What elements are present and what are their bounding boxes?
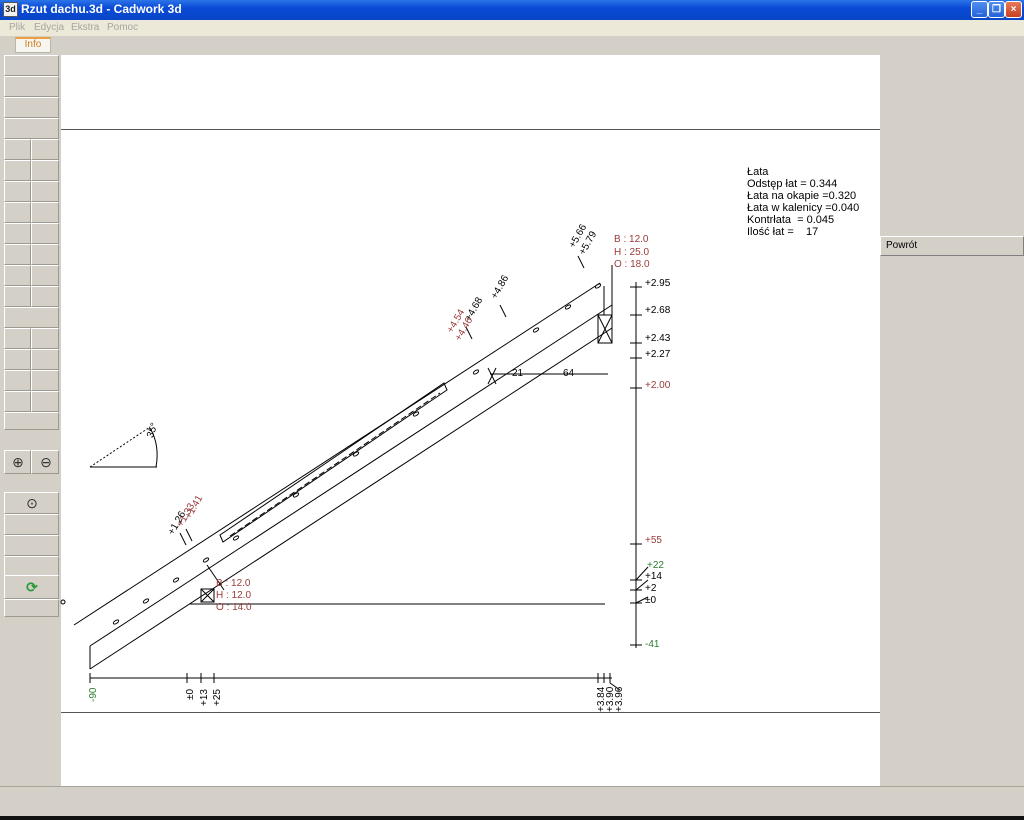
purlin-element <box>219 382 448 543</box>
scale-label: +2.27 <box>645 349 671 360</box>
ridge-h-label: H : 25.0 <box>614 247 650 258</box>
scale-label: -41 <box>645 639 660 650</box>
eave-h-label: H : 12.0 <box>216 590 252 601</box>
eave-o-label: O : 14.0 <box>216 602 252 613</box>
info-line: Kontrłata = 0.045 <box>747 214 835 226</box>
bottom-scale-label: +13 <box>199 689 210 706</box>
info-title: Łata <box>747 166 769 178</box>
rafter-bottom-line <box>89 327 613 670</box>
bottom-scale-label: ±0 <box>185 688 196 700</box>
bottom-scale-label: -90 <box>88 687 99 702</box>
back-button[interactable]: Powrót <box>880 236 1024 256</box>
lath-info-panel: Łata Odstęp łat = 0.344 Łata na okapie =… <box>747 166 859 238</box>
info-line: Łata na okapie =0.320 <box>747 190 857 202</box>
info-line: Łata w kalenicy =0.040 <box>747 202 860 214</box>
status-bar <box>0 786 1024 817</box>
roof-section-drawing <box>60 255 649 691</box>
ridge-b-label: B : 12.0 <box>614 234 649 245</box>
scale-label: ±0 <box>645 595 657 606</box>
horizontal-dim-a: 21 <box>512 368 524 379</box>
bottom-scale-label: +25 <box>212 689 223 706</box>
ridge-o-label: O : 18.0 <box>614 259 650 270</box>
scale-label: +2.68 <box>645 305 671 316</box>
rafter-top-line <box>73 282 601 626</box>
info-line: Odstęp łat = 0.344 <box>747 178 838 190</box>
rafter-line <box>89 304 613 647</box>
angle-hypotenuse <box>89 426 151 468</box>
scale-label: +22 <box>647 560 664 571</box>
scale-label: +2 <box>645 583 657 594</box>
info-line: Ilość łat = 17 <box>747 226 819 238</box>
scale-label: +2.95 <box>645 278 671 289</box>
eave-b-label: B : 12.0 <box>216 578 251 589</box>
hidden-line <box>229 392 441 537</box>
taskbar-strip <box>0 816 1024 820</box>
horizontal-dim-b: 64 <box>563 368 575 379</box>
scale-label: +55 <box>645 535 662 546</box>
scale-label: +2.43 <box>645 333 671 344</box>
scale-label: +14 <box>645 571 662 582</box>
scale-label: +2.00 <box>645 380 671 391</box>
bottom-scale-label: +3.96 <box>614 686 625 712</box>
